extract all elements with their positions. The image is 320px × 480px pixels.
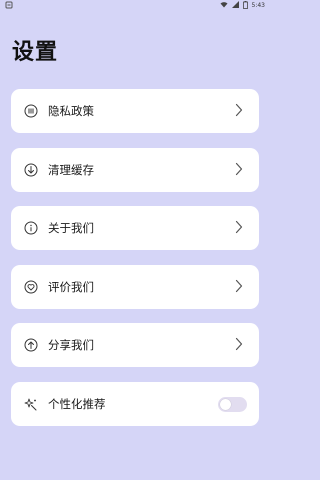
personalized-recommendation-item: 个性化推荐 bbox=[11, 382, 259, 426]
toggle-knob bbox=[220, 398, 231, 410]
chevron-right-icon bbox=[235, 278, 243, 297]
clear-cache-item[interactable]: 清理缓存 bbox=[11, 148, 259, 192]
chevron-right-icon bbox=[235, 219, 243, 238]
signal-icon bbox=[231, 1, 239, 10]
about-us-item[interactable]: 关于我们 bbox=[11, 206, 259, 250]
chevron-right-icon bbox=[235, 161, 243, 180]
status-bar: 5:43 bbox=[0, 0, 270, 11]
personalized-recommendation-toggle[interactable] bbox=[218, 396, 247, 412]
privacy-policy-label: 隐私政策 bbox=[48, 104, 94, 118]
battery-icon bbox=[242, 0, 248, 11]
personalized-recommendation-label: 个性化推荐 bbox=[48, 397, 106, 411]
clear-cache-label: 清理缓存 bbox=[48, 163, 94, 177]
app-notification-icon bbox=[5, 1, 13, 11]
page-title: 设置 bbox=[12, 40, 59, 65]
heart-icon bbox=[24, 280, 38, 294]
rate-us-item[interactable]: 评价我们 bbox=[11, 265, 259, 309]
chevron-right-icon bbox=[235, 336, 243, 355]
wifi-icon bbox=[220, 1, 228, 10]
sparkle-icon bbox=[24, 397, 38, 411]
share-icon bbox=[24, 338, 38, 352]
share-us-item[interactable]: 分享我们 bbox=[11, 323, 259, 367]
share-us-label: 分享我们 bbox=[48, 338, 94, 352]
about-us-label: 关于我们 bbox=[48, 221, 94, 235]
privacy-policy-item[interactable]: 隐私政策 bbox=[11, 89, 259, 133]
info-icon bbox=[24, 221, 38, 235]
status-time: 5:43 bbox=[251, 2, 265, 9]
chevron-right-icon bbox=[235, 102, 243, 121]
rate-us-label: 评价我们 bbox=[48, 280, 94, 294]
clear-cache-icon bbox=[24, 163, 38, 177]
privacy-icon bbox=[24, 104, 38, 118]
